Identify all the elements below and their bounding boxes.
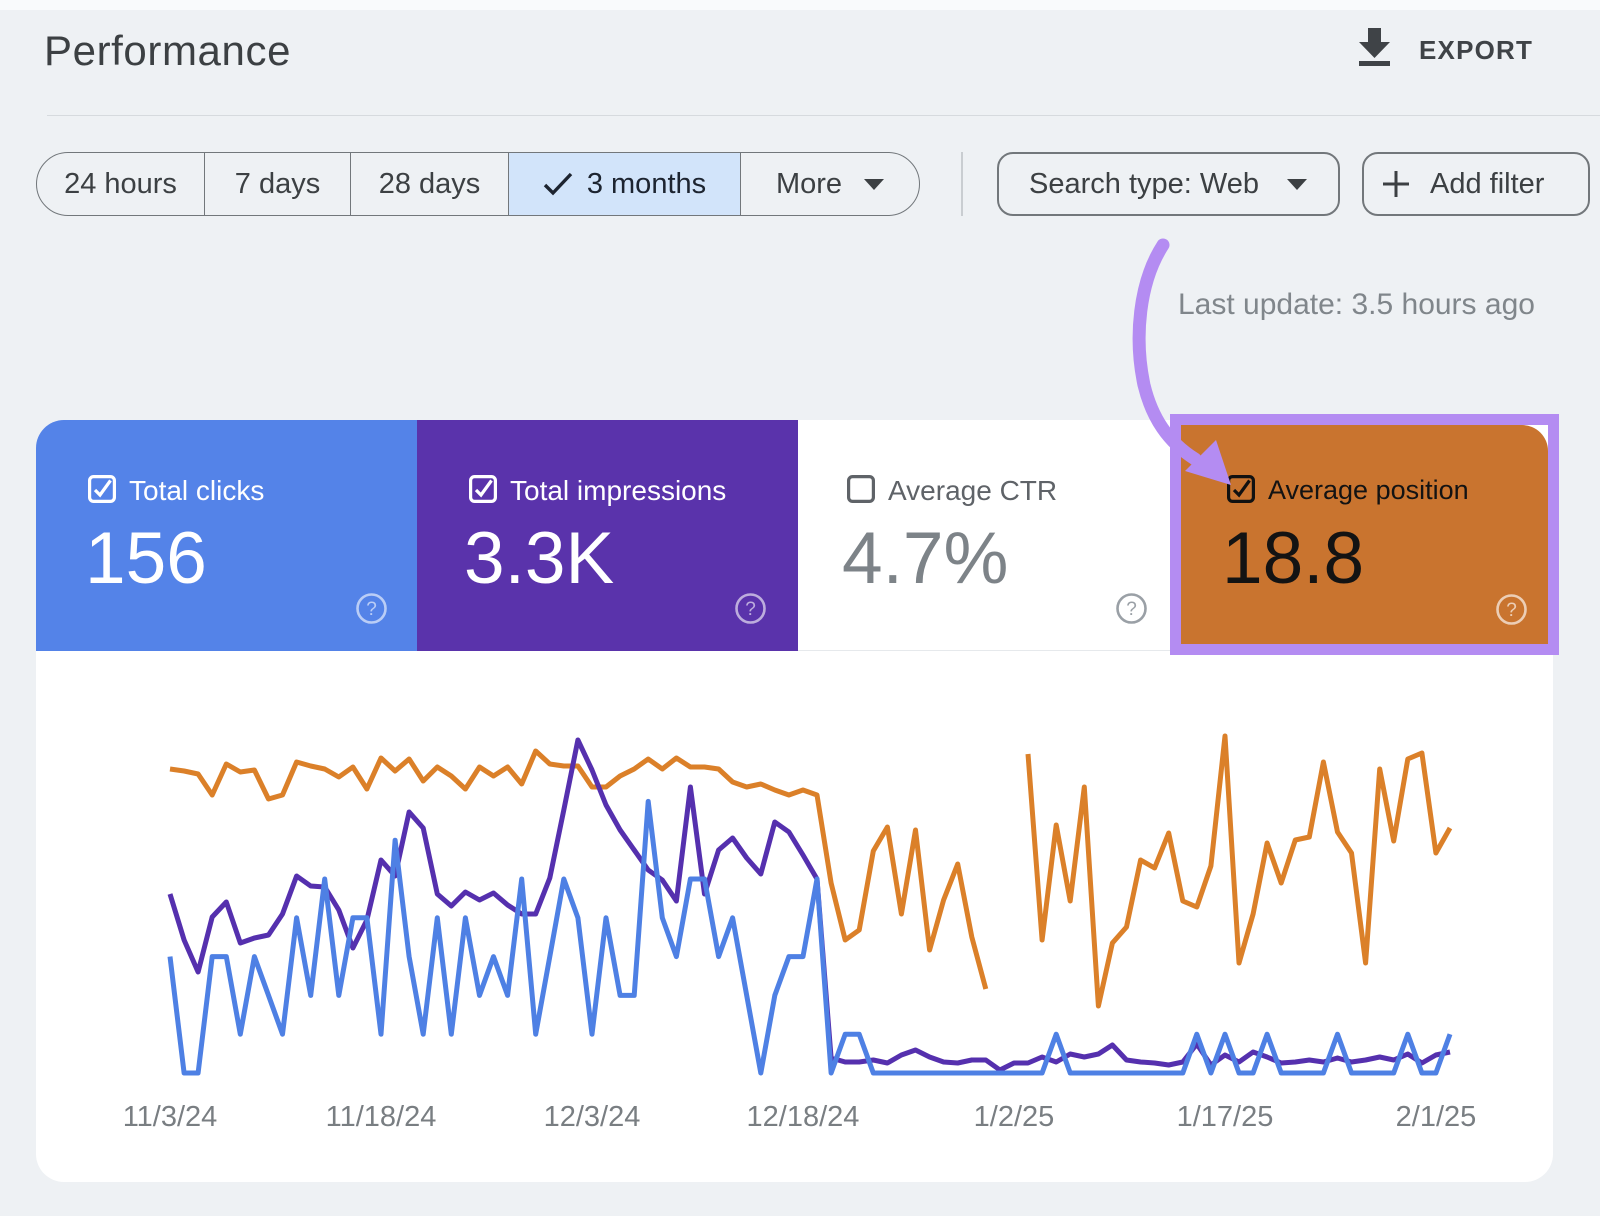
svg-text:12/18/24: 12/18/24 xyxy=(747,1101,860,1133)
svg-text:1/17/25: 1/17/25 xyxy=(1177,1101,1274,1133)
svg-text:?: ? xyxy=(1506,600,1517,621)
svg-text:?: ? xyxy=(745,599,756,620)
svg-text:2/1/25: 2/1/25 xyxy=(1396,1101,1477,1133)
svg-text:11/18/24: 11/18/24 xyxy=(326,1101,437,1133)
svg-text:1/2/25: 1/2/25 xyxy=(974,1101,1055,1133)
svg-text:12/3/24: 12/3/24 xyxy=(544,1101,641,1133)
svg-text:?: ? xyxy=(366,599,377,620)
svg-text:?: ? xyxy=(1126,599,1137,620)
svg-text:11/3/24: 11/3/24 xyxy=(123,1101,218,1133)
